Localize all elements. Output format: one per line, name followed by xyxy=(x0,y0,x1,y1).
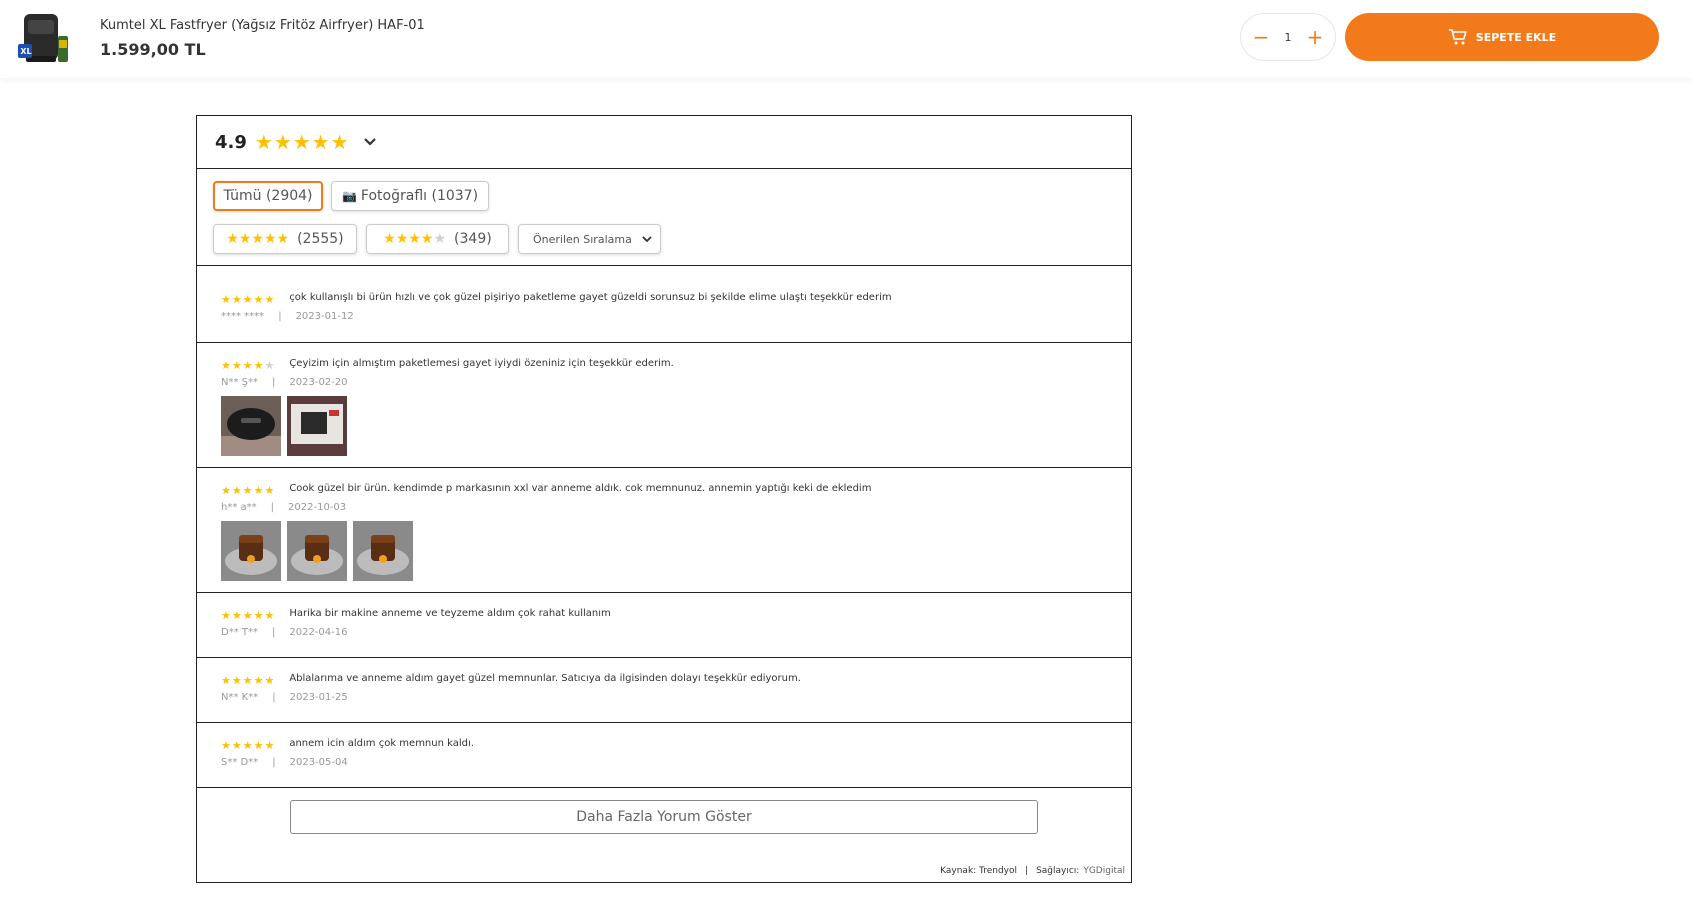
review-item: ★★★★★ çok kullanışlı bi ürün hızlı ve ço… xyxy=(197,266,1131,343)
product-thumbnail[interactable]: XL xyxy=(18,12,72,66)
filter-photos-label: Fotoğraflı (1037) xyxy=(360,188,479,204)
decrease-quantity-button[interactable]: − xyxy=(1251,27,1271,47)
four-stars-icon: ★★★★★ xyxy=(383,231,447,247)
review-date: 2023-02-20 xyxy=(289,377,348,388)
review-author: N** Ş** xyxy=(221,377,259,388)
filter-all-button[interactable]: Tümü (2904) xyxy=(213,181,323,211)
review-text: Harika bir makine anneme ve teyzeme aldı… xyxy=(289,607,611,619)
filter-photos-button[interactable]: 📷 Fotoğraflı (1037) xyxy=(331,181,489,211)
filter-5-star-count: (2555) xyxy=(297,231,344,247)
filter-all-label: Tümü (2904) xyxy=(223,188,313,204)
review-stars: ★★★★★ xyxy=(221,673,276,687)
review-text: annem icin aldım çok memnun kaldı. xyxy=(289,737,474,749)
review-text: Ablalarıma ve anneme aldım gayet güzel m… xyxy=(289,672,801,684)
source-separator: | xyxy=(1025,866,1029,876)
review-author: D** T** xyxy=(221,627,258,638)
review-text: Çeyizim için almıştım paketlemesi gayet … xyxy=(289,357,674,369)
meta-separator: | xyxy=(272,757,276,768)
chevron-down-icon xyxy=(642,235,652,242)
review-item: ★★★★★ Harika bir makine anneme ve teyzem… xyxy=(197,593,1131,658)
meta-separator: | xyxy=(278,311,282,322)
quantity-stepper: − 1 + xyxy=(1240,13,1336,61)
review-item: ★★★★★ Cook güzel bir ürün. kendimde p ma… xyxy=(197,468,1131,593)
xl-badge: XL xyxy=(20,47,32,56)
review-date: 2023-01-12 xyxy=(295,311,354,322)
review-photo[interactable] xyxy=(221,521,281,581)
review-date: 2023-01-25 xyxy=(289,692,348,703)
review-stars: ★★★★★ xyxy=(221,358,276,372)
rating-score: 4.9 xyxy=(215,131,247,153)
meta-separator: | xyxy=(270,502,275,513)
rating-stars: ★★★★★ xyxy=(254,130,350,154)
review-item: ★★★★★ Çeyizim için almıştım paketlemesi … xyxy=(197,343,1131,468)
review-author: h** a** xyxy=(221,502,257,513)
review-item: ★★★★★ annem icin aldım çok memnun kaldı.… xyxy=(197,723,1131,788)
review-photo[interactable] xyxy=(221,396,281,456)
quantity-value[interactable]: 1 xyxy=(1285,31,1292,44)
review-item: ★★★★★ Ablalarıma ve anneme aldım gayet g… xyxy=(197,658,1131,723)
filter-5-star-button[interactable]: ★★★★★ (2555) xyxy=(213,224,357,254)
meta-separator: | xyxy=(272,377,276,388)
cart-icon xyxy=(1448,29,1467,45)
product-bar: XL Kumtel XL Fastfryer (Yağsız Fritöz Ai… xyxy=(0,0,1693,78)
review-stars: ★★★★★ xyxy=(221,608,276,622)
review-stars: ★★★★★ xyxy=(221,483,276,497)
chevron-down-icon[interactable] xyxy=(363,135,376,150)
increase-quantity-button[interactable]: + xyxy=(1305,27,1325,47)
source-label: Kaynak: Trendyol xyxy=(940,866,1018,876)
review-author: S** D** xyxy=(221,757,259,768)
review-date: 2022-10-03 xyxy=(288,502,347,513)
five-stars-icon: ★★★★★ xyxy=(226,231,290,247)
meta-separator: | xyxy=(272,627,276,638)
filter-4-star-button[interactable]: ★★★★★ (349) xyxy=(366,224,509,254)
reviews-footer: Daha Fazla Yorum Göster Kaynak: Trendyol… xyxy=(197,788,1131,882)
camera-icon: 📷 xyxy=(341,189,357,203)
review-author: **** **** xyxy=(221,311,265,322)
review-text: Cook güzel bir ürün. kendimde p markasın… xyxy=(289,482,872,494)
review-filters: Tümü (2904) 📷 Fotoğraflı (1037) ★★★★★ (2… xyxy=(197,169,1131,266)
review-author: N** K** xyxy=(221,692,259,703)
add-to-cart-label: SEPETE EKLE xyxy=(1475,30,1557,44)
product-title: Kumtel XL Fastfryer (Yağsız Fritöz Airfr… xyxy=(100,18,425,33)
source-credit: Kaynak: Trendyol | Sağlayıcı: YGDigital xyxy=(940,866,1125,876)
meta-separator: | xyxy=(272,692,276,703)
review-date: 2023-05-04 xyxy=(289,757,348,768)
review-photo[interactable] xyxy=(353,521,413,581)
review-photo[interactable] xyxy=(287,396,347,456)
reviews-panel: 4.9 ★★★★★ Tümü (2904) 📷 Fotoğraflı (1037… xyxy=(196,115,1132,883)
filter-4-star-count: (349) xyxy=(454,231,492,247)
review-stars: ★★★★★ xyxy=(221,292,276,306)
review-stars: ★★★★★ xyxy=(221,738,276,752)
provider-label: Sağlayıcı: xyxy=(1036,866,1080,876)
product-price: 1.599,00 TL xyxy=(100,40,206,59)
provider-name[interactable]: YGDigital xyxy=(1083,866,1125,876)
add-to-cart-button[interactable]: SEPETE EKLE xyxy=(1345,13,1659,61)
show-more-reviews-button[interactable]: Daha Fazla Yorum Göster xyxy=(290,800,1038,834)
review-text: çok kullanışlı bi ürün hızlı ve çok güze… xyxy=(289,291,892,303)
sort-select[interactable]: Önerilen Sıralama xyxy=(518,224,661,254)
sort-select-value: Önerilen Sıralama xyxy=(533,232,632,246)
rating-summary[interactable]: 4.9 ★★★★★ xyxy=(197,116,1131,169)
review-photo[interactable] xyxy=(287,521,347,581)
review-date: 2022-04-16 xyxy=(289,627,348,638)
